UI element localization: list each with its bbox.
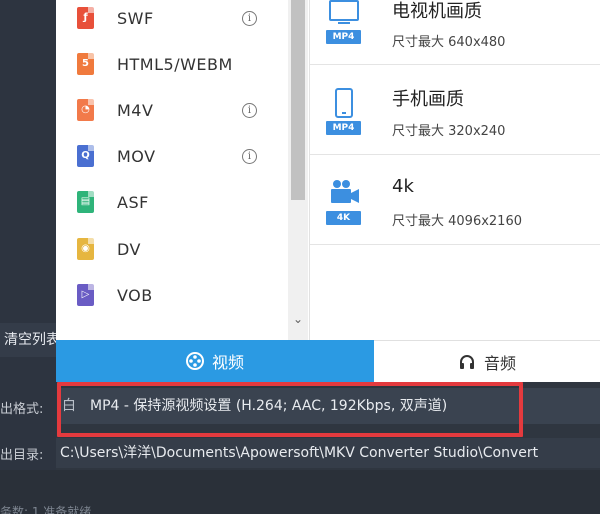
output-format-label: 出格式: [0, 402, 44, 417]
preset-description: 尺寸最大 4096x2160 [392, 214, 522, 229]
highlight-annotation [57, 382, 523, 437]
swf-file-icon: ƒ [77, 7, 94, 29]
format-item-vob[interactable]: ▷ VOB [56, 272, 286, 318]
html5-file-icon: 5 [77, 53, 94, 75]
app-left-panel [0, 0, 56, 514]
format-name: SWF [117, 8, 154, 28]
tab-video[interactable]: 视频 [56, 340, 374, 382]
format-name: MOV [117, 146, 156, 166]
format-item-mov[interactable]: Q MOV i [56, 133, 286, 179]
m4v-file-icon: ◔ [77, 99, 94, 121]
format-name: VOB [117, 285, 153, 305]
format-item-m4v[interactable]: ◔ M4V i [56, 87, 286, 133]
preset-title: 电视机画质 [392, 1, 482, 22]
media-type-tabs: 视频 音频 [56, 340, 600, 382]
format-selection-popup: ƒ SWF i 5 HTML5/WEBM ◔ M4V i Q MOV i ▤ A… [56, 0, 600, 382]
format-name: DV [117, 239, 141, 259]
preset-list: MP4 电视机画质 尺寸最大 640x480 MP4 手机画质 尺寸最大 320… [310, 0, 600, 340]
vob-file-icon: ▷ [77, 284, 94, 306]
tab-video-label: 视频 [211, 353, 244, 372]
tab-audio-label: 音频 [483, 353, 516, 373]
asf-file-icon: ▤ [77, 191, 94, 213]
dv-file-icon: ◉ [77, 238, 94, 260]
format-name: ASF [117, 192, 149, 212]
format-name: HTML5/WEBM [117, 54, 233, 74]
tab-audio[interactable]: 音频 [374, 340, 600, 382]
format-item-dv[interactable]: ◉ DV [56, 226, 286, 272]
output-directory-field[interactable]: C:\Users\洋洋\Documents\Apowersoft\MKV Con… [56, 438, 600, 468]
preset-title: 手机画质 [392, 89, 464, 110]
format-badge: 4K [326, 211, 361, 225]
preset-tv-quality[interactable]: MP4 电视机画质 尺寸最大 640x480 [310, 0, 600, 65]
output-directory-label: 出目录: [0, 448, 44, 463]
headphones-icon [459, 354, 474, 369]
preset-description: 尺寸最大 640x480 [392, 35, 506, 50]
scroll-down-icon[interactable]: ⌄ [288, 310, 308, 328]
format-list-scrollbar[interactable]: ⌄ [288, 0, 308, 340]
scrollbar-thumb[interactable] [291, 0, 305, 200]
preset-4k[interactable]: 4K 4k 尺寸最大 4096x2160 [310, 155, 600, 245]
format-list: ƒ SWF i 5 HTML5/WEBM ◔ M4V i Q MOV i ▤ A… [56, 0, 286, 340]
preset-phone-quality[interactable]: MP4 手机画质 尺寸最大 320x240 [310, 65, 600, 155]
mov-file-icon: Q [77, 145, 94, 167]
info-icon[interactable]: i [242, 10, 257, 26]
format-item-asf[interactable]: ▤ ASF [56, 179, 286, 225]
info-icon[interactable]: i [242, 148, 257, 164]
info-icon[interactable]: i [242, 102, 257, 118]
format-item-html5-webm[interactable]: 5 HTML5/WEBM [56, 41, 286, 87]
film-reel-icon [185, 352, 204, 370]
format-badge: MP4 [326, 121, 361, 135]
format-name: M4V [117, 100, 154, 120]
status-text: 务数: 1 准备就绪 [0, 505, 92, 514]
format-item-swf[interactable]: ƒ SWF i [56, 0, 286, 41]
preset-title: 4k [392, 176, 414, 197]
format-badge: MP4 [326, 30, 361, 44]
clear-list-button[interactable]: 清空列表 [0, 323, 56, 357]
preset-description: 尺寸最大 320x240 [392, 124, 506, 139]
